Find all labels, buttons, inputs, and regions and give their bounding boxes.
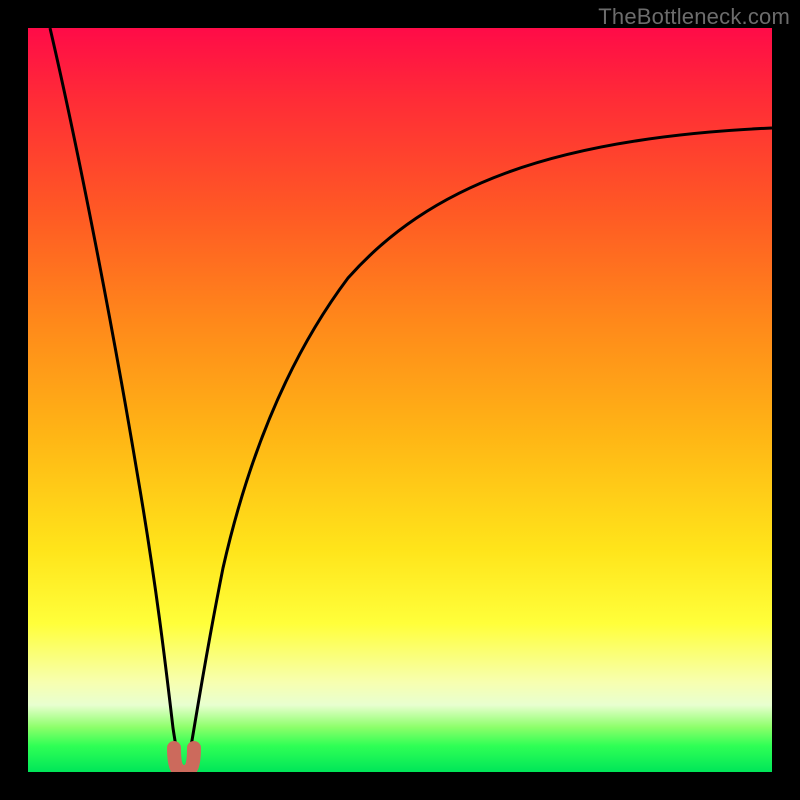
watermark-text: TheBottleneck.com [598, 4, 790, 30]
curve-left-branch [50, 28, 180, 763]
curve-right-branch [188, 128, 772, 763]
valley-marker [174, 748, 194, 772]
plot-area [28, 28, 772, 772]
outer-frame: TheBottleneck.com [0, 0, 800, 800]
curve-layer [28, 28, 772, 772]
